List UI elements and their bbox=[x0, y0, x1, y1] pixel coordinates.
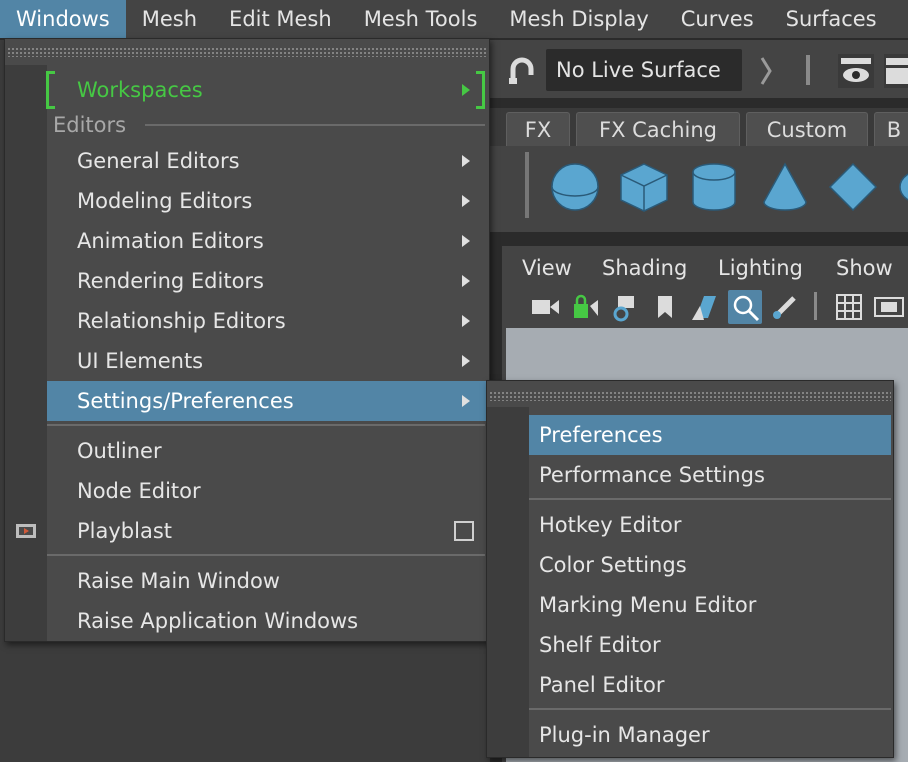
shelf-tab-custom[interactable]: Custom bbox=[746, 112, 868, 146]
render-view-button[interactable] bbox=[838, 54, 874, 88]
cylinder-icon[interactable] bbox=[687, 160, 741, 214]
submenu-item-performance-settings[interactable]: Performance Settings bbox=[529, 455, 891, 495]
shelf-tab-fx-caching[interactable]: FX Caching bbox=[576, 112, 740, 146]
submenu-item-preferences[interactable]: Preferences bbox=[529, 415, 891, 455]
menu-item-animation-editors[interactable]: Animation Editors bbox=[47, 221, 264, 261]
lock-camera-icon[interactable] bbox=[568, 290, 602, 324]
menu-bar: Windows Mesh Edit Mesh Mesh Tools Mesh D… bbox=[0, 0, 908, 38]
menu-item-node-editor[interactable]: Node Editor bbox=[47, 471, 201, 511]
cube-icon[interactable] bbox=[617, 160, 671, 214]
film-gate-icon[interactable] bbox=[872, 290, 906, 324]
eye-icon bbox=[841, 58, 871, 82]
menu-mesh[interactable]: Mesh bbox=[126, 0, 213, 38]
panel-menu-show[interactable]: Show bbox=[836, 250, 893, 286]
playblast-option-box[interactable] bbox=[454, 521, 474, 541]
menu-item-settings-preferences[interactable]: Settings/Preferences bbox=[47, 381, 489, 421]
submenu-arrow-icon bbox=[462, 235, 470, 247]
submenu-arrow-icon bbox=[462, 195, 470, 207]
submenu-item-plug-in-manager[interactable]: Plug-in Manager bbox=[529, 715, 891, 755]
shelf-separator bbox=[525, 152, 529, 218]
submenu-arrow-icon bbox=[462, 84, 470, 96]
menu-divider bbox=[529, 498, 891, 500]
panel-menu-lighting[interactable]: Lighting bbox=[718, 250, 803, 286]
panel-menu-bar: View Shading Lighting Show bbox=[502, 250, 908, 286]
menu-item-general-editors[interactable]: General Editors bbox=[47, 141, 240, 181]
panel-toolbar-separator bbox=[814, 292, 817, 320]
submenu-arrow-icon bbox=[462, 275, 470, 287]
menu-edit-mesh[interactable]: Edit Mesh bbox=[213, 0, 348, 38]
menu-item-workspaces[interactable]: Workspaces bbox=[47, 70, 203, 110]
menu-icon-gutter bbox=[487, 407, 529, 757]
submenu-item-hotkey-editor[interactable]: Hotkey Editor bbox=[529, 505, 891, 545]
menu-mesh-tools[interactable]: Mesh Tools bbox=[348, 0, 494, 38]
playblast-icon bbox=[16, 524, 36, 538]
image-plane-icon[interactable] bbox=[688, 290, 722, 324]
submenu-item-panel-editor[interactable]: Panel Editor bbox=[529, 665, 891, 705]
tear-off-handle[interactable] bbox=[7, 47, 487, 57]
windows-menu: Workspaces Editors General Editors Model… bbox=[4, 38, 490, 642]
grease-pencil-icon[interactable] bbox=[768, 290, 802, 324]
camera-icon[interactable] bbox=[528, 290, 562, 324]
shelf-tab-fx[interactable]: FX bbox=[506, 112, 570, 146]
menu-curves[interactable]: Curves bbox=[665, 0, 770, 38]
workspace-bracket-right bbox=[476, 71, 485, 109]
shelf-tab-more[interactable]: B bbox=[874, 112, 908, 146]
section-divider bbox=[145, 124, 485, 126]
live-surface-field[interactable]: No Live Surface bbox=[546, 49, 742, 91]
collapse-arrow-icon[interactable] bbox=[760, 56, 772, 86]
bookmark-icon[interactable] bbox=[648, 290, 682, 324]
menu-item-playblast[interactable]: Playblast bbox=[47, 511, 172, 551]
2d-pan-zoom-button[interactable] bbox=[728, 290, 762, 324]
menu-item-rendering-editors[interactable]: Rendering Editors bbox=[47, 261, 264, 301]
sphere-icon[interactable] bbox=[548, 160, 602, 214]
menu-icon-gutter bbox=[5, 65, 47, 641]
pan-zoom-icon bbox=[733, 295, 760, 322]
settings-preferences-submenu: Preferences Performance Settings Hotkey … bbox=[486, 380, 894, 758]
submenu-arrow-icon bbox=[462, 395, 470, 407]
menu-mesh-display[interactable]: Mesh Display bbox=[493, 0, 664, 38]
menu-windows[interactable]: Windows bbox=[0, 0, 126, 38]
grid-icon[interactable] bbox=[832, 290, 866, 324]
torus-icon[interactable] bbox=[896, 160, 908, 214]
toolbar-separator bbox=[806, 55, 810, 85]
submenu-arrow-icon bbox=[462, 355, 470, 367]
menu-divider bbox=[47, 424, 485, 426]
submenu-arrow-icon bbox=[462, 155, 470, 167]
menu-item-modeling-editors[interactable]: Modeling Editors bbox=[47, 181, 252, 221]
submenu-item-marking-menu-editor[interactable]: Marking Menu Editor bbox=[529, 585, 891, 625]
menu-divider bbox=[47, 554, 485, 556]
cone-icon[interactable] bbox=[758, 160, 812, 214]
clapboard-button[interactable] bbox=[884, 54, 908, 88]
tear-off-handle[interactable] bbox=[489, 391, 891, 401]
clapboard-icon bbox=[886, 58, 908, 84]
panel-menu-view[interactable]: View bbox=[522, 250, 572, 286]
menu-item-relationship-editors[interactable]: Relationship Editors bbox=[47, 301, 286, 341]
menu-item-raise-application-windows[interactable]: Raise Application Windows bbox=[47, 601, 358, 641]
menu-surfaces[interactable]: Surfaces bbox=[770, 0, 893, 38]
camera-attributes-icon[interactable] bbox=[608, 290, 642, 324]
menu-item-ui-elements[interactable]: UI Elements bbox=[47, 341, 203, 381]
section-label-editors: Editors bbox=[53, 113, 127, 137]
menu-item-raise-main-window[interactable]: Raise Main Window bbox=[47, 561, 280, 601]
menu-divider bbox=[529, 708, 891, 710]
magnet-icon[interactable] bbox=[505, 55, 539, 89]
submenu-item-color-settings[interactable]: Color Settings bbox=[529, 545, 891, 585]
submenu-item-shelf-editor[interactable]: Shelf Editor bbox=[529, 625, 891, 665]
submenu-arrow-icon bbox=[462, 315, 470, 327]
panel-menu-shading[interactable]: Shading bbox=[602, 250, 687, 286]
plane-icon[interactable] bbox=[826, 160, 880, 214]
menu-item-outliner[interactable]: Outliner bbox=[47, 431, 162, 471]
